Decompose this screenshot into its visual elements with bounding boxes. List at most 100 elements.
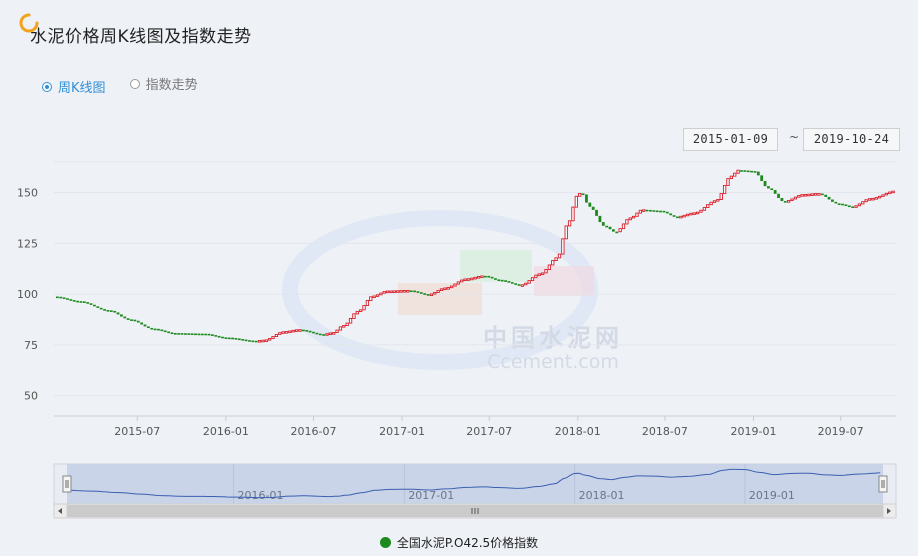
candle-down [483,275,487,278]
x-tick-label: 2019-01 [731,425,777,438]
candle-down [305,330,309,332]
candle-up [881,194,885,197]
candle-down [241,339,245,341]
candle-down [487,275,491,278]
candle-down [409,290,413,293]
candle-down [177,333,181,335]
candle-down [756,171,760,176]
candle-up [399,290,403,293]
candle-down [588,202,592,207]
x-tick-label: 2016-01 [203,425,249,438]
candle-down [605,225,609,228]
candle-down [665,211,669,214]
candle-up [480,275,484,278]
candle-down [507,281,511,283]
candle-down [197,333,201,336]
candle-up [274,333,279,337]
candle-down [217,335,221,338]
candle-down [72,300,76,302]
navigator[interactable]: 2016-01 2017-01 2018-01 2019-01 [53,463,897,519]
candle-up [554,257,558,262]
candle-down [150,327,154,330]
candle-up [631,215,636,219]
candle-up [429,293,434,297]
candle-up [460,279,464,283]
candle-down [649,209,652,212]
candle-up [547,264,552,270]
candle-up [352,313,356,319]
candle-up [716,199,720,202]
candle-up [692,212,696,215]
chart-legend[interactable]: 全国水泥P.O42.5价格指数 [0,534,918,551]
candle-up [790,198,794,202]
candle-down [413,290,416,293]
candle-up [406,289,410,293]
candle-down [423,293,427,295]
candle-up [709,201,713,206]
candle-down [851,206,855,208]
candle-up [635,212,639,217]
candle-down [318,333,322,336]
candle-down [585,194,588,203]
navigator-right-handle-box[interactable] [878,475,888,493]
candle-down [763,181,767,187]
candle-up [362,305,366,311]
candle-up [719,193,723,200]
candle-down [419,292,423,294]
candle-down [79,301,83,303]
x-axis: 2015-07 2016-01 2016-07 2017-01 2017-07 2018-… [114,416,864,438]
navigator-left-handle-box[interactable] [62,475,72,493]
candle-down [248,340,251,342]
candle-up [578,192,582,197]
candle-up [628,217,632,221]
candle-up [463,278,467,282]
candle-up [857,203,862,207]
candle-down [180,333,184,335]
candle-up [861,201,865,205]
candle-down [66,298,69,300]
candle-up [534,274,538,279]
navigator-tick-label: 2019-01 [749,489,795,502]
candle-down [86,302,90,304]
candle-up [294,329,299,332]
candle-down [312,331,315,334]
candle-down [221,336,224,339]
candle-down [591,206,595,210]
candle-down [167,331,170,334]
candle-down [200,333,204,336]
candle-up [456,281,461,285]
candle-up [888,191,892,195]
candle-up [402,290,407,293]
candle-down [153,328,157,331]
candle-up [284,331,289,334]
watermark-block-pink [534,266,594,296]
candle-down [130,319,133,321]
candle-down [116,312,120,315]
candle-down [133,319,137,322]
candle-down [612,229,615,232]
candle-up [712,200,717,203]
candle-down [103,309,106,311]
candle-down [163,330,167,333]
candle-down [655,210,659,213]
candle-up [264,339,268,342]
candle-down [301,329,305,332]
candle-down [143,324,147,327]
candle-down [841,203,844,206]
candle-down [160,329,164,332]
candle-down [136,320,140,323]
candle-down [69,299,73,301]
candle-down [490,276,494,279]
candle-down [93,304,96,307]
candle-up [439,288,444,291]
candle-down [173,332,177,335]
candle-down [777,193,780,199]
candle-up [574,195,578,208]
watermark-cn: 中国水泥网 [483,324,623,352]
navigator-left-handle[interactable] [62,475,72,493]
navigator-right-handle[interactable] [878,475,888,493]
candle-down [497,279,501,282]
candle-down [126,318,130,320]
candle-up [450,285,454,289]
candle-up [571,206,575,222]
